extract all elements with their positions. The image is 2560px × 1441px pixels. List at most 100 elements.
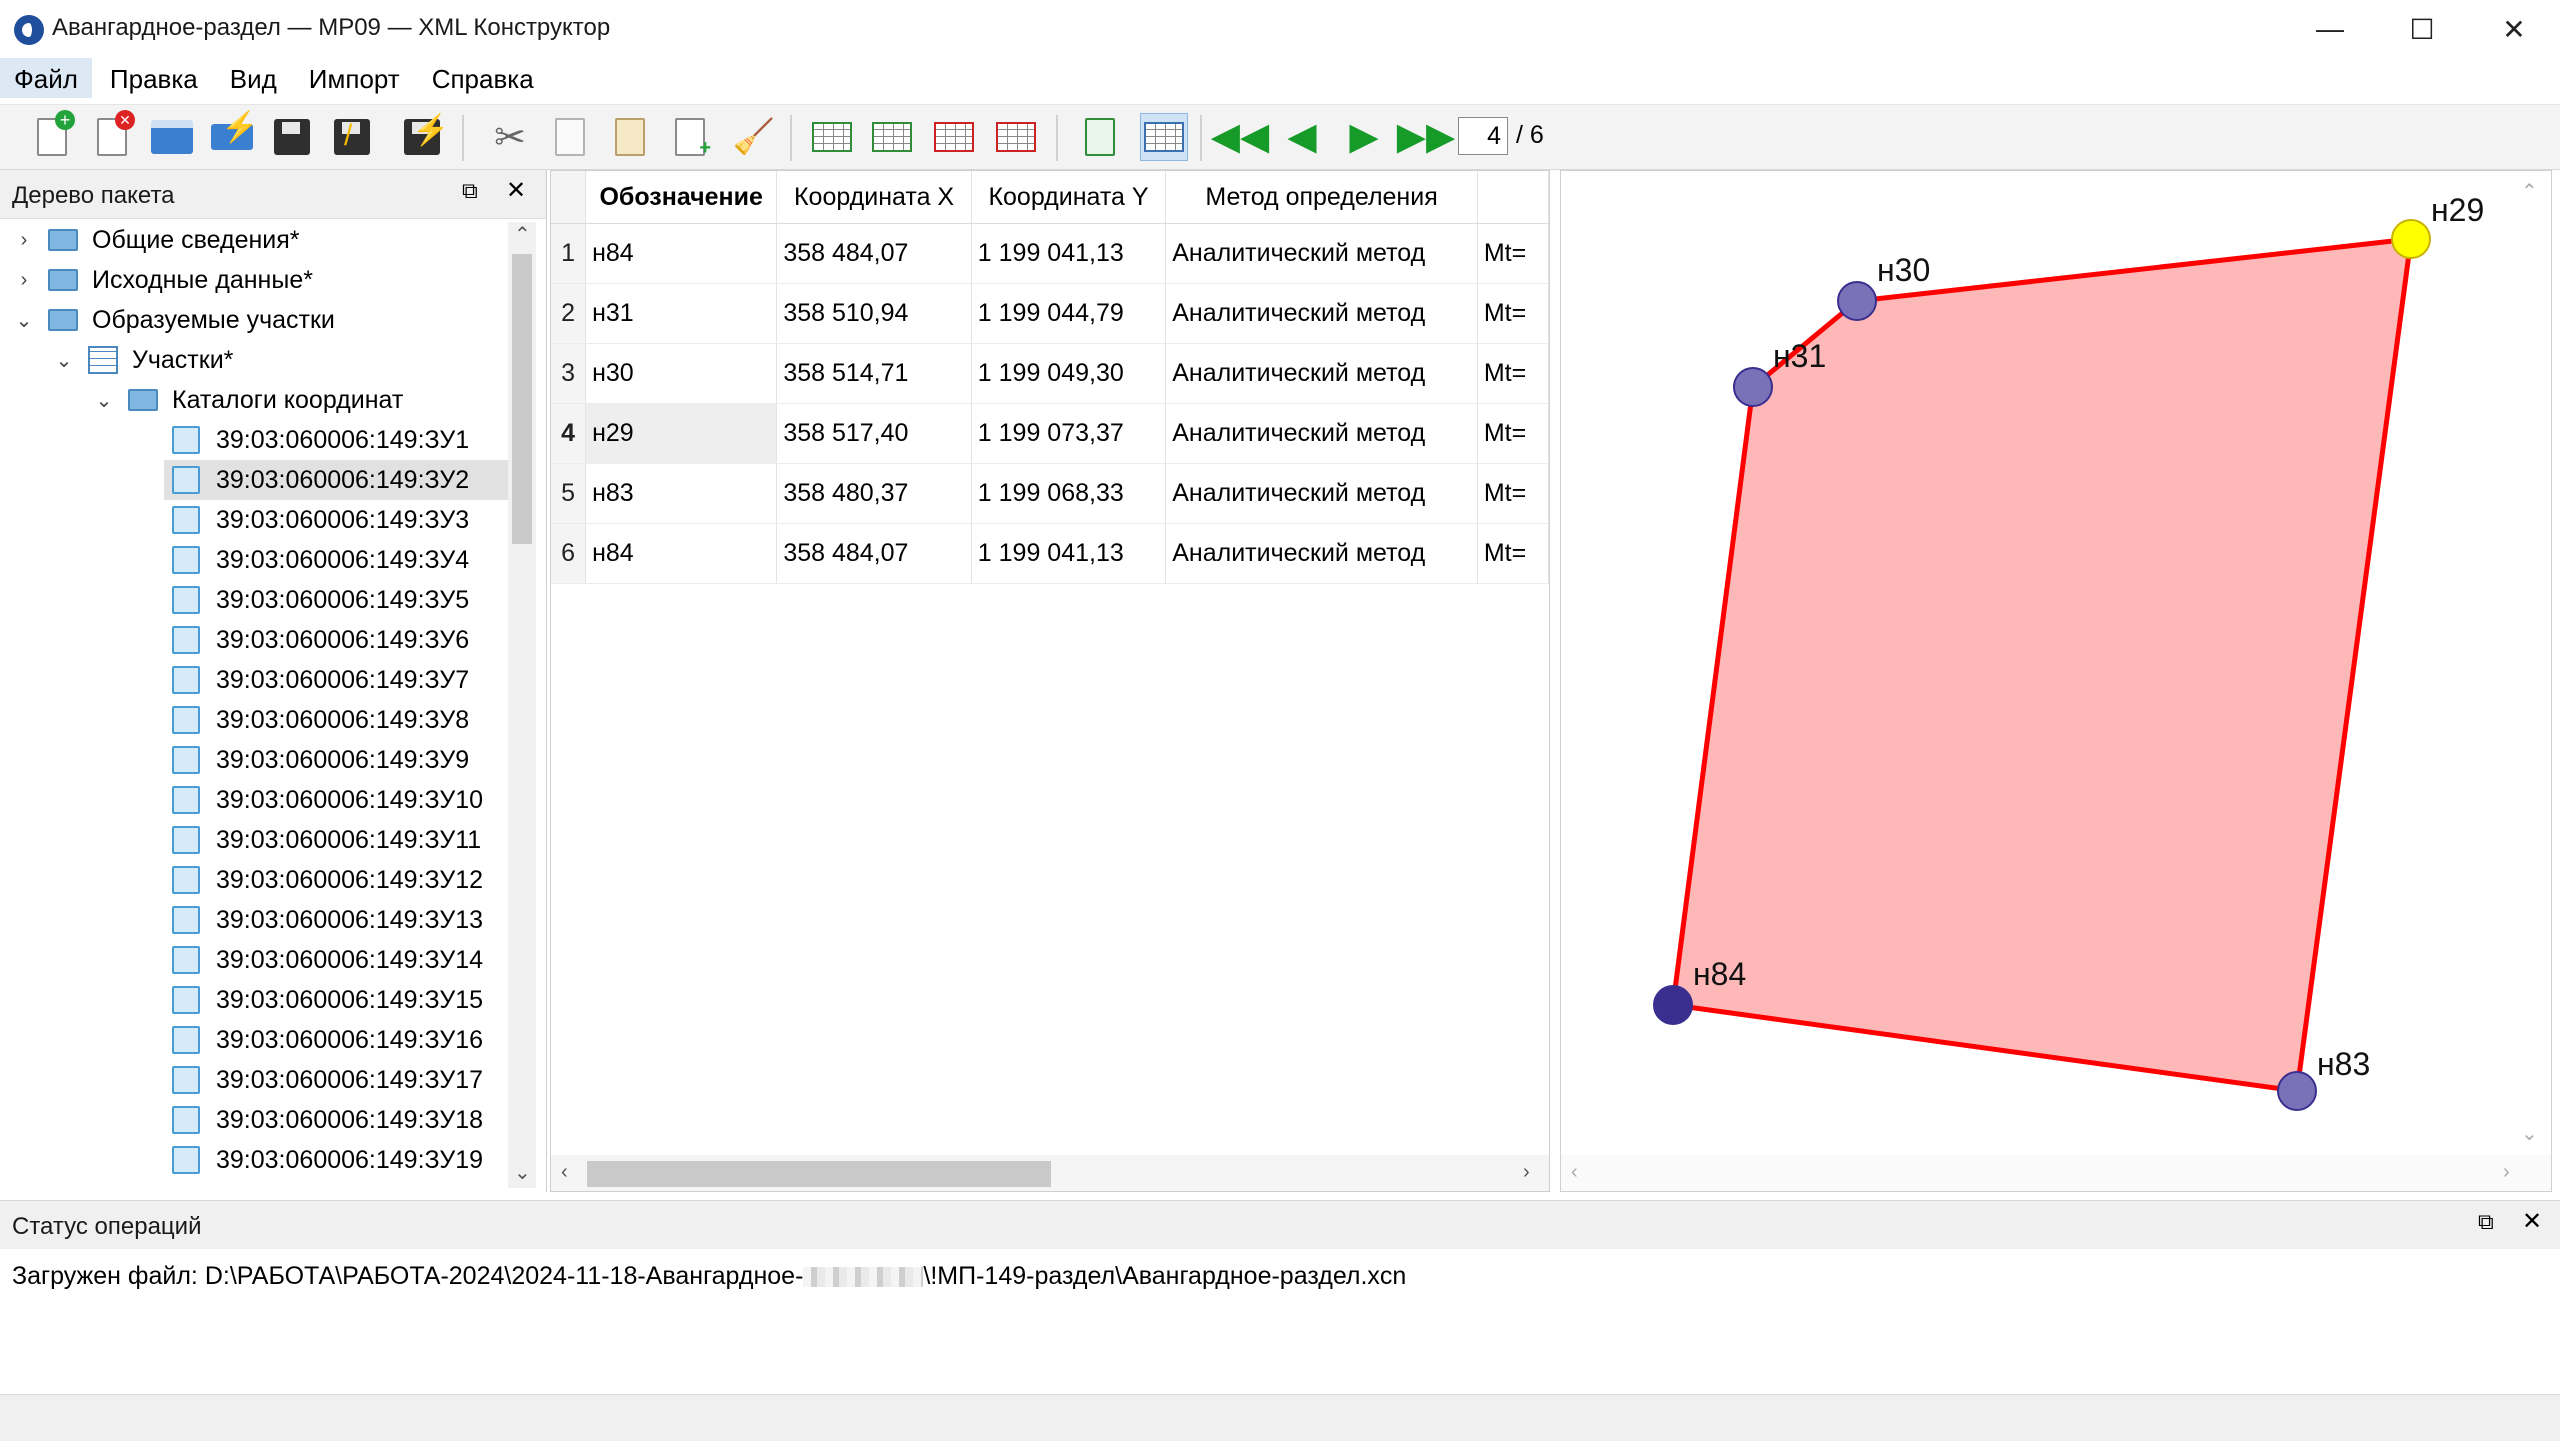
last-page-button[interactable]: ▶▶ [1397,113,1455,161]
collapse-chevron-icon[interactable]: ⌄ [92,388,116,413]
tree-item-catalog[interactable]: 39:03:060006:149:ЗУ2 [164,460,508,500]
menu-edit[interactable]: Правка [96,58,212,98]
insert-row-after-button[interactable] [868,113,916,161]
expand-chevron-icon[interactable]: › [12,229,36,252]
column-header-y[interactable]: Координата Y [971,171,1167,224]
table-row[interactable]: 5 н83 358 480,37 1 199 068,33 Аналитический … [551,463,1549,524]
prev-page-button[interactable]: ◀ [1278,113,1326,161]
save-sign-button[interactable]: ⚡ [398,113,449,161]
scroll-right-icon[interactable]: › [1523,1161,1530,1184]
print-button[interactable] [148,113,196,161]
menu-import[interactable]: Импорт [295,58,414,98]
tree-node[interactable]: › Исходные данные* [12,260,313,300]
menu-help[interactable]: Справка [418,58,548,98]
tree-scrollbar[interactable]: ⌃ ⌄ [508,222,536,1188]
paste-special-button[interactable]: + [666,113,714,161]
status-undock-icon[interactable]: ⧉ [2478,1209,2494,1235]
tree-item-catalog[interactable]: 39:03:060006:149:ЗУ7 [164,660,469,700]
cell-x[interactable]: 358 484,07 [776,523,972,584]
table-row[interactable]: 3 н30 358 514,71 1 199 049,30 Аналитический … [551,343,1549,404]
cell-name[interactable]: н30 [585,343,778,404]
map-canvas[interactable]: н84 н31 н30 н29 н83 [1561,171,2551,1151]
cell-method[interactable]: Аналитический метод [1165,463,1478,524]
save-as-button[interactable]: / [328,113,376,161]
tree-item-catalog[interactable]: 39:03:060006:149:ЗУ11 [164,820,481,860]
paste-button[interactable] [606,113,654,161]
tree-item-catalog[interactable]: 39:03:060006:149:ЗУ12 [164,860,483,900]
table-hscrollbar[interactable]: ‹ › [551,1155,1549,1191]
scroll-down-icon[interactable]: ⌄ [514,1160,531,1185]
tree-item-catalog[interactable]: 39:03:060006:149:ЗУ14 [164,940,483,980]
status-close-icon[interactable]: ✕ [2522,1207,2542,1236]
cut-button[interactable]: ✂ [486,113,534,161]
tree-scroll-thumb[interactable] [512,254,532,544]
close-button[interactable]: ✕ [2468,0,2560,58]
cell-y[interactable]: 1 199 068,33 [971,463,1167,524]
cell-extra[interactable]: Mt= [1477,343,1549,404]
map-point-5[interactable] [2277,1071,2317,1111]
cell-x[interactable]: 358 510,94 [776,283,972,344]
column-header-name[interactable]: Обозначение [585,171,778,224]
cell-extra[interactable]: Mt= [1477,463,1549,524]
tree-item-catalog[interactable]: 39:03:060006:149:ЗУ1 [164,420,469,460]
tree-node[interactable]: ⌄ Каталоги координат [92,380,404,420]
cell-method[interactable]: Аналитический метод [1165,343,1478,404]
table-hscroll-thumb[interactable] [587,1161,1051,1187]
tree-item-catalog[interactable]: 39:03:060006:149:ЗУ18 [164,1100,483,1140]
tree-item-catalog[interactable]: 39:03:060006:149:ЗУ15 [164,980,483,1020]
save-button[interactable] [268,113,316,161]
table-row[interactable]: 4 н29 358 517,40 1 199 073,37 Аналитический … [551,403,1549,464]
expand-chevron-icon[interactable]: › [12,269,36,292]
column-header-method[interactable]: Метод определения [1165,171,1478,224]
close-panel-icon[interactable]: ✕ [506,176,526,205]
table-row[interactable]: 6 н84 358 484,07 1 199 041,13 Аналитический … [551,523,1549,584]
cell-y[interactable]: 1 199 041,13 [971,223,1167,284]
cell-x[interactable]: 358 480,37 [776,463,972,524]
cell-y[interactable]: 1 199 044,79 [971,283,1167,344]
column-header-x[interactable]: Координата X [776,171,972,224]
map-scroll-down-icon[interactable]: ⌄ [2521,1121,2538,1146]
cell-extra[interactable]: Mt= [1477,403,1549,464]
tree-item-catalog[interactable]: 39:03:060006:149:ЗУ9 [164,740,469,780]
menu-view[interactable]: Вид [216,58,291,98]
tree-item-catalog[interactable]: 39:03:060006:149:ЗУ16 [164,1020,483,1060]
maximize-button[interactable]: ☐ [2376,0,2468,58]
cell-x[interactable]: 358 484,07 [776,223,972,284]
tree-node[interactable]: ⌄ Образуемые участки [12,300,335,340]
cell-name[interactable]: н31 [585,283,778,344]
menu-file[interactable]: Файл [0,58,92,98]
minimize-button[interactable]: — [2284,0,2376,58]
import-coords-button[interactable] [1076,113,1124,161]
tree-item-catalog[interactable]: 39:03:060006:149:ЗУ8 [164,700,469,740]
delete-all-rows-button[interactable] [992,113,1040,161]
close-file-button[interactable]: ✕ [88,110,136,161]
delete-row-button[interactable] [930,113,978,161]
cell-name[interactable]: н84 [585,523,778,584]
next-page-button[interactable]: ▶ [1340,113,1388,161]
page-number-input[interactable] [1458,117,1508,155]
map-scroll-up-icon[interactable]: ⌃ [2521,179,2538,204]
cell-name[interactable]: н29 [585,403,778,464]
table-view-button[interactable] [1140,113,1188,161]
undock-icon[interactable]: ⧉ [462,178,478,204]
cell-name[interactable]: н84 [585,223,778,284]
tree-item-catalog[interactable]: 39:03:060006:149:ЗУ6 [164,620,469,660]
cell-y[interactable]: 1 199 073,37 [971,403,1167,464]
cell-method[interactable]: Аналитический метод [1165,403,1478,464]
cell-y[interactable]: 1 199 041,13 [971,523,1167,584]
cell-method[interactable]: Аналитический метод [1165,523,1478,584]
column-header-extra[interactable] [1477,171,1549,224]
table-row[interactable]: 1 н84 358 484,07 1 199 041,13 Аналитический … [551,223,1549,284]
collapse-chevron-icon[interactable]: ⌄ [12,308,36,333]
cell-extra[interactable]: Mt= [1477,523,1549,584]
tree-item-catalog[interactable]: 39:03:060006:149:ЗУ3 [164,500,469,540]
cell-method[interactable]: Аналитический метод [1165,283,1478,344]
new-file-button[interactable]: + [28,110,76,161]
table-row[interactable]: 2 н31 358 510,94 1 199 044,79 Аналитический … [551,283,1549,344]
map-scroll-right-icon[interactable]: › [2503,1161,2510,1184]
map-hscrollbar[interactable]: ‹ › [1561,1155,2551,1191]
copy-button[interactable] [546,113,594,161]
cell-x[interactable]: 358 517,40 [776,403,972,464]
tree-item-catalog[interactable]: 39:03:060006:149:ЗУ17 [164,1060,483,1100]
cell-x[interactable]: 358 514,71 [776,343,972,404]
